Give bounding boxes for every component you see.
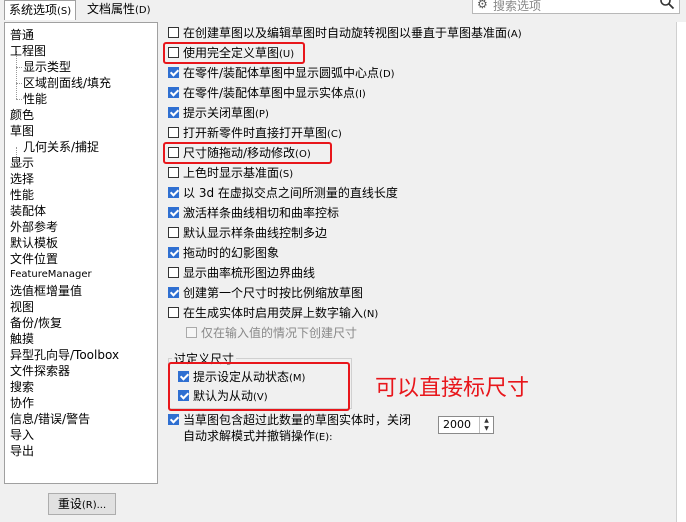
tree-item-performance[interactable]: 性能 (10, 187, 34, 203)
entity-limit-spinbox[interactable]: 2000 ▲ ▼ (438, 416, 494, 434)
checkbox[interactable] (168, 247, 179, 258)
tree-item-display-style[interactable]: 显示类型 (23, 59, 71, 75)
tree-item-colors[interactable]: 颜色 (10, 107, 34, 123)
checkbox[interactable] (168, 107, 179, 118)
highlight-box-fully-defined (163, 42, 305, 64)
tab-document-properties-label: 文档属性 (87, 2, 136, 16)
tree-item-touch[interactable]: 触摸 (10, 331, 34, 347)
tree-item-import[interactable]: 导入 (10, 427, 34, 443)
checkbox[interactable] (168, 67, 179, 78)
tree-item-backup-recover[interactable]: 备份/恢复 (10, 315, 62, 331)
panel-right-edge (676, 22, 686, 522)
tree-item-relations-snaps[interactable]: 几何关系/捕捉 (23, 139, 99, 155)
checkbox[interactable] (168, 127, 179, 138)
tree-item-default-templates[interactable]: 默认模板 (10, 235, 58, 251)
tree-item-search[interactable]: 搜索 (10, 379, 34, 395)
checkbox[interactable] (168, 87, 179, 98)
tree-item-file-locations[interactable]: 文件位置 (10, 251, 58, 267)
checkbox[interactable] (168, 27, 179, 38)
tree-item-drawing-performance[interactable]: 性能 (23, 91, 47, 107)
checkbox[interactable] (168, 207, 179, 218)
checkbox[interactable] (168, 287, 179, 298)
search-placeholder: 搜索选项 (493, 0, 542, 13)
tree-item-sketch[interactable]: 草图 (10, 123, 34, 139)
search-input[interactable]: ⚙ 搜索选项 (472, 0, 680, 14)
tree-item-assemblies[interactable]: 装配体 (10, 203, 46, 219)
checkbox[interactable] (168, 414, 179, 425)
tree-item-featuremanager[interactable]: FeatureManager (10, 267, 92, 283)
tab-document-properties[interactable]: 文档属性(D) (83, 0, 155, 19)
highlight-box-drag-modify (163, 142, 332, 164)
checkbox[interactable] (186, 327, 197, 338)
tab-system-options[interactable]: 系统选项(S) (4, 0, 77, 20)
checkbox[interactable] (168, 167, 179, 178)
checkbox[interactable] (168, 267, 179, 278)
reset-button[interactable]: 重设(R)... (48, 493, 116, 515)
tree-item-general[interactable]: 普通 (10, 27, 34, 43)
checkbox[interactable] (168, 187, 179, 198)
spin-arrows-icon[interactable]: ▲ ▼ (479, 417, 493, 433)
annotation-text: 可以直接标尺寸 (375, 376, 530, 401)
tree-item-export[interactable]: 导出 (10, 443, 34, 459)
tree-item-view[interactable]: 视图 (10, 299, 34, 315)
search-icon[interactable] (659, 0, 675, 10)
tab-system-options-label: 系统选项 (9, 3, 58, 17)
tree-item-file-explorer[interactable]: 文件探索器 (10, 363, 70, 379)
tree-item-display[interactable]: 显示 (10, 155, 34, 171)
tree-item-selection[interactable]: 选择 (10, 171, 34, 187)
tree-item-spin-box-increments[interactable]: 选值框增量值 (10, 283, 82, 299)
tree-item-messages-errors-warnings[interactable]: 信息/错误/警告 (10, 411, 90, 427)
gear-icon[interactable]: ⚙ (477, 0, 488, 11)
tree-item-external-references[interactable]: 外部参考 (10, 219, 58, 235)
checkbox[interactable] (168, 307, 179, 318)
tree-item-drawings[interactable]: 工程图 (10, 43, 46, 59)
entity-limit-value: 2000 (443, 418, 471, 431)
highlight-box-driven-options (168, 362, 350, 411)
checkbox[interactable] (168, 227, 179, 238)
tree-item-area-hatch[interactable]: 区域剖面线/填充 (23, 75, 111, 91)
tree-item-collaboration[interactable]: 协作 (10, 395, 34, 411)
tree-item-hole-wizard-toolbox[interactable]: 异型孔向导/Toolbox (10, 347, 119, 363)
options-tree: 普通 工程图 显示类型 区域剖面线/填充 性能 颜色 草图 几何关系/捕捉 显示… (4, 22, 158, 484)
